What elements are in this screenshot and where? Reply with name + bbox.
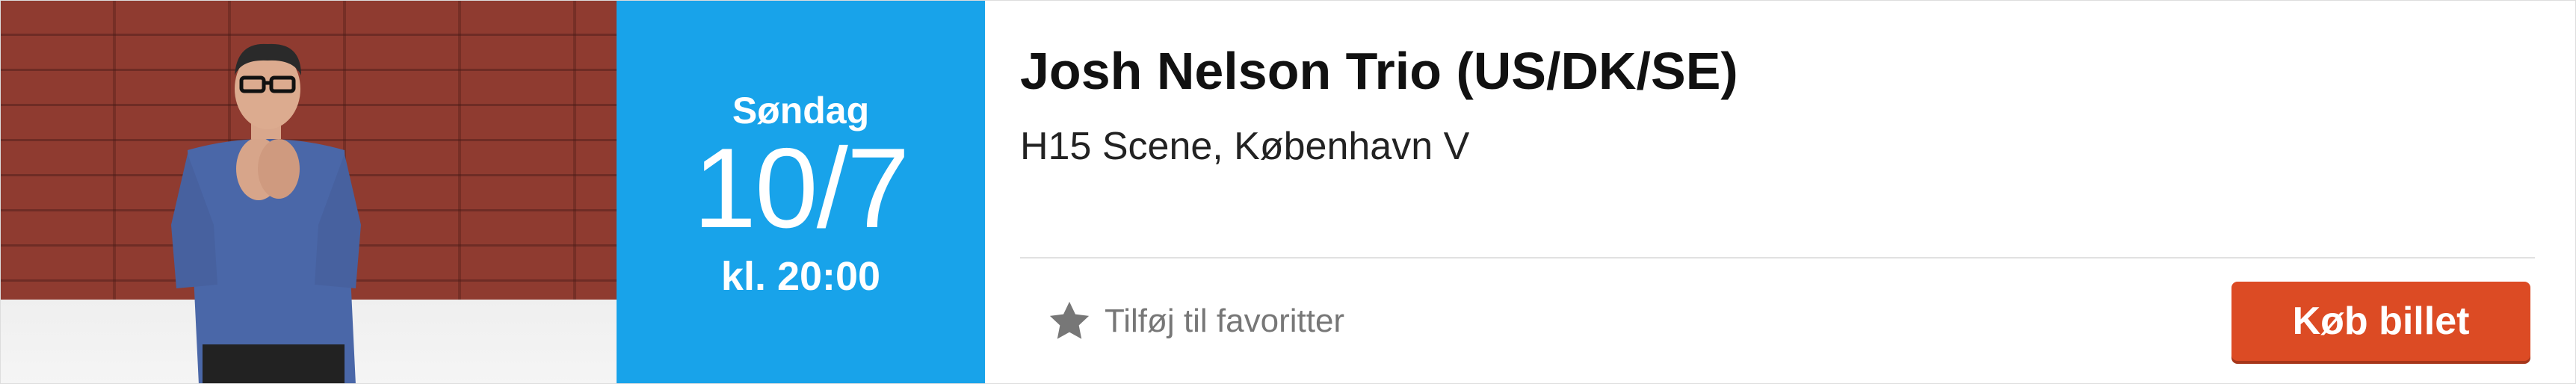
event-date: 10/7 — [693, 125, 910, 252]
event-info: Josh Nelson Trio (US/DK/SE) H15 Scene, K… — [985, 1, 2575, 383]
buy-ticket-button[interactable]: Køb billet — [2231, 282, 2530, 361]
add-to-favorites-link[interactable]: Tilføj til favoritter — [1045, 297, 1344, 346]
divider — [1020, 257, 2535, 258]
favorite-label: Tilføj til favoritter — [1105, 303, 1345, 339]
artist-figure — [171, 43, 361, 383]
artist-photo — [1, 1, 617, 383]
event-time: kl. 20:00 — [720, 254, 881, 299]
event-date-panel: Søndag 10/7 kl. 20:00 — [617, 1, 985, 383]
star-icon — [1049, 301, 1090, 339]
event-venue: H15 Scene, København V — [1020, 125, 1470, 168]
event-title[interactable]: Josh Nelson Trio (US/DK/SE) — [1020, 41, 1738, 101]
event-card: Søndag 10/7 kl. 20:00 Josh Nelson Trio (… — [0, 0, 2576, 384]
